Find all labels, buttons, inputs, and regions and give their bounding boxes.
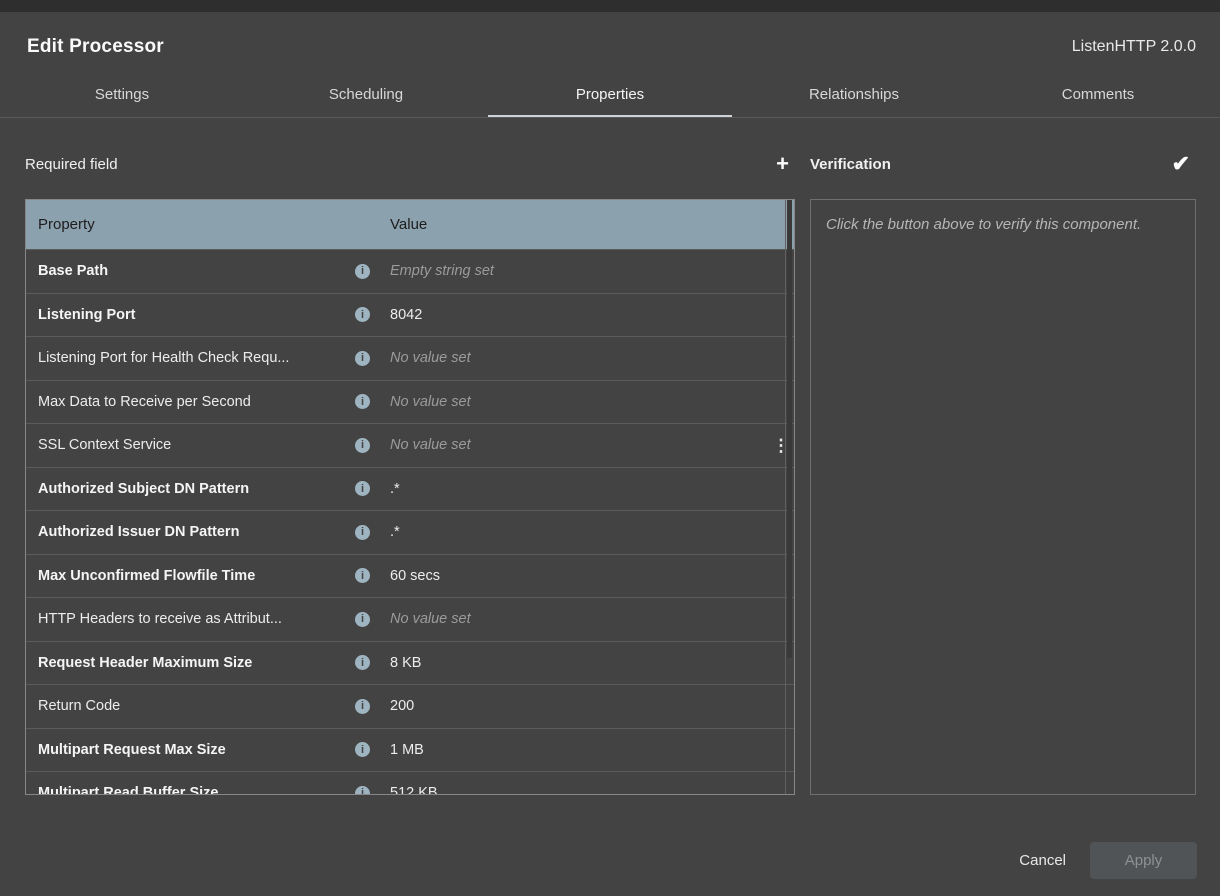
verification-label: Verification xyxy=(810,156,891,173)
verification-message: Click the button above to verify this co… xyxy=(826,216,1141,233)
add-property-icon[interactable]: + xyxy=(776,153,789,175)
property-row[interactable]: Max Unconfirmed Flowfile Timei60 secs⋮ xyxy=(26,554,794,598)
dialog-header: Edit Processor ListenHTTP 2.0.0 xyxy=(0,12,1220,72)
info-icon[interactable]: i xyxy=(355,351,370,366)
property-row[interactable]: Listening Porti8042⋮ xyxy=(26,293,794,337)
tab-label: Scheduling xyxy=(329,86,403,103)
tab-scheduling[interactable]: Scheduling xyxy=(244,72,488,117)
verification-results-box: Click the button above to verify this co… xyxy=(810,199,1196,795)
dialog-title: Edit Processor xyxy=(27,36,164,58)
info-icon[interactable]: i xyxy=(355,786,370,795)
property-row[interactable]: Return Codei200⋮ xyxy=(26,684,794,728)
tab-properties[interactable]: Properties xyxy=(488,72,732,117)
tab-bar: Settings Scheduling Properties Relations… xyxy=(0,72,1220,118)
property-name: Authorized Issuer DN Pattern xyxy=(38,524,355,540)
tab-label: Relationships xyxy=(809,86,899,103)
info-icon[interactable]: i xyxy=(355,307,370,322)
property-value[interactable]: No value set xyxy=(370,437,768,453)
property-value[interactable]: No value set xyxy=(370,394,768,410)
table-body: Base PathiEmpty string set⋮Listening Por… xyxy=(26,249,794,795)
info-icon[interactable]: i xyxy=(355,568,370,583)
property-name: Request Header Maximum Size xyxy=(38,655,355,671)
properties-section-head: Required field + xyxy=(25,146,795,182)
property-name: Base Path xyxy=(38,263,355,279)
info-icon[interactable]: i xyxy=(355,742,370,757)
property-value[interactable]: 8 KB xyxy=(370,655,768,671)
info-icon[interactable]: i xyxy=(355,612,370,627)
properties-panel: Required field + Property Value Base Pat… xyxy=(25,118,795,795)
tab-settings[interactable]: Settings xyxy=(0,72,244,117)
dialog-footer: Cancel Apply xyxy=(0,842,1220,879)
property-value[interactable]: No value set xyxy=(370,611,768,627)
property-row[interactable]: Authorized Issuer DN Patterni.*⋮ xyxy=(26,510,794,554)
verification-panel: Verification ✔ Click the button above to… xyxy=(810,118,1196,795)
properties-table: Property Value Base PathiEmpty string se… xyxy=(25,199,795,795)
column-header-property: Property xyxy=(38,216,355,233)
property-value[interactable]: .* xyxy=(370,481,768,497)
table-header: Property Value xyxy=(26,200,794,249)
property-name: Max Data to Receive per Second xyxy=(38,394,355,410)
property-row[interactable]: Max Data to Receive per SecondiNo value … xyxy=(26,380,794,424)
property-row[interactable]: HTTP Headers to receive as Attribut...iN… xyxy=(26,597,794,641)
property-row[interactable]: Request Header Maximum Sizei8 KB⋮ xyxy=(26,641,794,685)
column-header-value: Value xyxy=(370,216,768,233)
info-icon[interactable]: i xyxy=(355,655,370,670)
required-field-label: Required field xyxy=(25,156,118,173)
property-name: Listening Port for Health Check Requ... xyxy=(38,350,355,366)
property-name: Listening Port xyxy=(38,307,355,323)
property-name: Max Unconfirmed Flowfile Time xyxy=(38,568,355,584)
apply-button[interactable]: Apply xyxy=(1090,842,1197,879)
property-value[interactable]: No value set xyxy=(370,350,768,366)
property-name: Authorized Subject DN Pattern xyxy=(38,481,355,497)
property-row[interactable]: SSL Context ServiceiNo value set⋮ xyxy=(26,423,794,467)
info-icon[interactable]: i xyxy=(355,438,370,453)
property-value[interactable]: 1 MB xyxy=(370,742,768,758)
property-name: Return Code xyxy=(38,698,355,714)
property-value[interactable]: 512 KB xyxy=(370,785,768,795)
cancel-button[interactable]: Cancel xyxy=(1019,852,1066,869)
property-name: SSL Context Service xyxy=(38,437,355,453)
verification-section-head: Verification ✔ xyxy=(810,146,1196,182)
property-value[interactable]: 8042 xyxy=(370,307,768,323)
property-name: Multipart Request Max Size xyxy=(38,742,355,758)
property-name: HTTP Headers to receive as Attribut... xyxy=(38,611,355,627)
property-row[interactable]: Listening Port for Health Check Requ...i… xyxy=(26,336,794,380)
tab-label: Properties xyxy=(576,86,644,103)
property-value[interactable]: 200 xyxy=(370,698,768,714)
property-value[interactable]: Empty string set xyxy=(370,263,768,279)
info-icon[interactable]: i xyxy=(355,264,370,279)
property-row[interactable]: Authorized Subject DN Patterni.*⋮ xyxy=(26,467,794,511)
tab-label: Comments xyxy=(1062,86,1135,103)
scrollbar-thumb[interactable] xyxy=(787,200,792,658)
info-icon[interactable]: i xyxy=(355,525,370,540)
tab-label: Settings xyxy=(95,86,149,103)
property-row[interactable]: Multipart Read Buffer Sizei512 KB⋮ xyxy=(26,771,794,795)
tab-comments[interactable]: Comments xyxy=(976,72,1220,117)
property-value[interactable]: .* xyxy=(370,524,768,540)
info-icon[interactable]: i xyxy=(355,481,370,496)
property-value[interactable]: 60 secs xyxy=(370,568,768,584)
info-icon[interactable]: i xyxy=(355,699,370,714)
dialog-content: Required field + Property Value Base Pat… xyxy=(0,118,1220,795)
tab-relationships[interactable]: Relationships xyxy=(732,72,976,117)
property-row[interactable]: Base PathiEmpty string set⋮ xyxy=(26,249,794,293)
property-name: Multipart Read Buffer Size xyxy=(38,785,355,795)
edit-processor-dialog: Edit Processor ListenHTTP 2.0.0 Settings… xyxy=(0,12,1220,896)
processor-version: ListenHTTP 2.0.0 xyxy=(1072,38,1196,56)
active-tab-indicator xyxy=(488,115,732,117)
scrollbar-track xyxy=(785,200,786,794)
verify-check-icon[interactable]: ✔ xyxy=(1172,153,1190,175)
property-row[interactable]: Multipart Request Max Sizei1 MB⋮ xyxy=(26,728,794,772)
info-icon[interactable]: i xyxy=(355,394,370,409)
